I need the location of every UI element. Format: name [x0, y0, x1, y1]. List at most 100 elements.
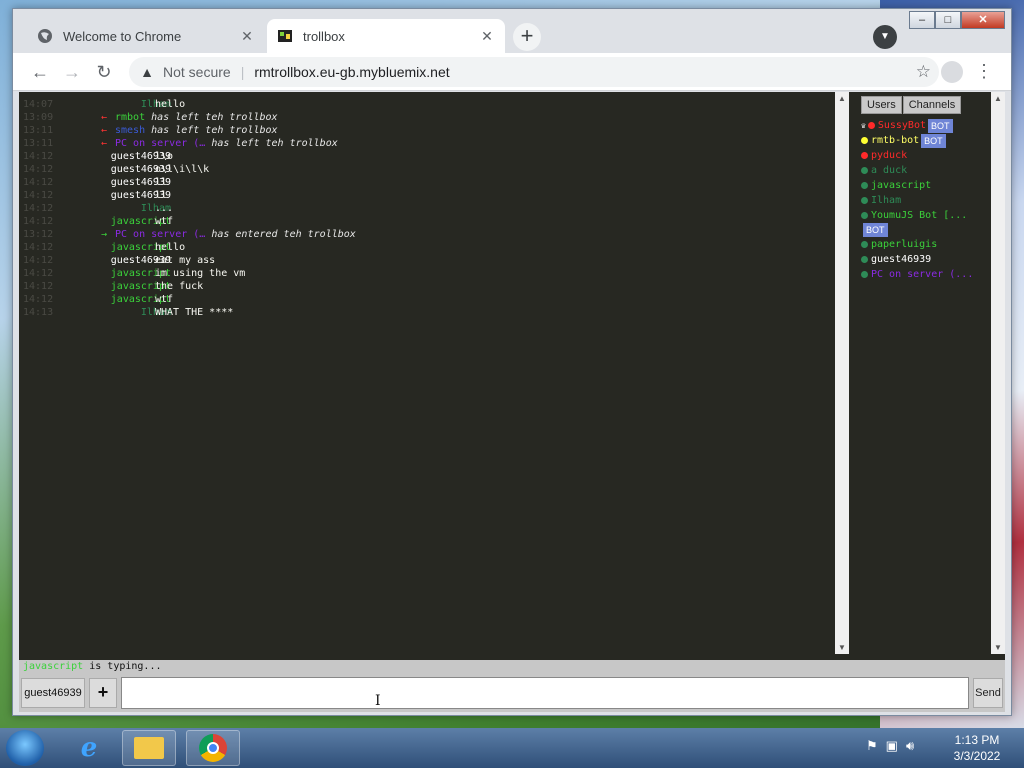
join-leave-marker: ←	[101, 125, 108, 136]
user-name[interactable]: Ilham	[871, 193, 901, 208]
profile-avatar-icon[interactable]	[941, 61, 963, 83]
nick-text[interactable]: PC on server (…	[115, 229, 205, 240]
message-time: 14:12	[23, 268, 54, 279]
scroll-down-icon[interactable]: ▼	[991, 643, 1005, 652]
user-name[interactable]: paperluigis	[871, 237, 937, 252]
taskbar-clock[interactable]: 1:13 PM 3/3/2022	[946, 732, 1008, 764]
user-list-item[interactable]: guest46939	[861, 252, 987, 267]
new-tab-button[interactable]: +	[513, 23, 541, 51]
flag-icon[interactable]: ⚑	[866, 738, 878, 754]
bot-badge: BOT	[921, 133, 946, 148]
chat-scrollbar[interactable]: ▲ ▼	[835, 92, 849, 654]
url-text[interactable]: rmtrollbox.eu-gb.mybluemix.net	[254, 64, 449, 80]
user-list-item[interactable]: ♛ SussyBot BOT	[861, 118, 987, 133]
chat-message: 14:12 javascript im using the vm	[19, 267, 829, 280]
tab-welcome[interactable]: Welcome to Chrome ✕	[27, 19, 265, 53]
text-cursor-icon: I	[375, 693, 381, 709]
message-nick[interactable]: rmbot has left teh trollbox	[115, 111, 278, 124]
tab-title: Welcome to Chrome	[63, 28, 182, 44]
chat-message: 14:12 guest46939 eat my ass	[19, 254, 829, 267]
taskbar: e ⚑ ▣ 🔊︎ 1:13 PM 3/3/2022	[0, 728, 1024, 768]
user-name[interactable]: guest46939	[871, 252, 931, 267]
menu-kebab-icon[interactable]: ⋮	[975, 61, 993, 83]
forward-arrow-icon[interactable]: →	[61, 61, 83, 83]
message-nick[interactable]: PC on server (… has left teh trollbox	[115, 137, 338, 150]
close-window-icon[interactable]: ✕	[961, 11, 1005, 29]
message-time: 14:12	[23, 281, 54, 292]
warning-triangle-icon[interactable]: ▲	[139, 64, 155, 80]
user-name[interactable]: pyduck	[871, 148, 907, 163]
volume-icon[interactable]: 🔊︎	[906, 738, 914, 754]
scroll-up-icon[interactable]: ▲	[991, 94, 1005, 103]
minimize-icon[interactable]: ‒	[909, 11, 935, 29]
nickname-button[interactable]: guest46939	[21, 678, 85, 708]
message-time: 14:12	[23, 190, 54, 201]
message-time: 14:12	[23, 151, 54, 162]
message-nick[interactable]: smesh has left teh trollbox	[115, 124, 278, 137]
user-list-item[interactable]: PC on server (...	[861, 267, 987, 282]
tab-search-icon[interactable]: ▼	[873, 25, 897, 49]
message-time: 13:12	[23, 229, 54, 240]
send-button[interactable]: Send	[973, 678, 1003, 708]
chrome-taskbar-icon[interactable]	[186, 730, 240, 766]
status-dot-icon	[861, 137, 868, 144]
input-bar: guest46939 + Send	[19, 674, 1005, 712]
system-message: has left teh trollbox	[211, 138, 338, 149]
message-input[interactable]	[121, 677, 969, 709]
attach-plus-button[interactable]: +	[89, 678, 117, 708]
system-message: has left teh trollbox	[151, 112, 278, 123]
user-name[interactable]: a duck	[871, 163, 907, 178]
tab-trollbox[interactable]: trollbox ✕	[267, 19, 505, 53]
user-name[interactable]: javascript	[871, 178, 931, 193]
tab-channels[interactable]: Channels	[902, 96, 962, 114]
message-text: wtf	[155, 294, 174, 305]
explorer-taskbar-icon[interactable]	[122, 730, 176, 766]
user-list-item[interactable]: a duck	[861, 163, 987, 178]
user-list-item[interactable]: pyduck	[861, 148, 987, 163]
nick-text[interactable]: rmbot	[115, 112, 145, 123]
nick-text[interactable]: smesh	[115, 125, 145, 136]
user-name[interactable]: rmtb-bot	[871, 133, 919, 148]
message-time: 13:11	[23, 138, 54, 149]
user-list-item[interactable]: YoumuJS Bot [... BOT	[861, 208, 987, 237]
status-dot-icon	[861, 212, 868, 219]
join-leave-marker: ←	[101, 112, 108, 123]
sidebar-tabs: Users Channels	[861, 96, 962, 114]
close-tab-icon[interactable]: ✕	[239, 28, 255, 44]
user-list-item[interactable]: paperluigis	[861, 237, 987, 252]
bot-badge: BOT	[863, 223, 888, 237]
address-bar[interactable]: ▲ Not secure | rmtrollbox.eu-gb.mybluemi…	[129, 57, 939, 87]
message-time: 14:12	[23, 255, 54, 266]
sidebar-scrollbar[interactable]: ▲ ▼	[991, 92, 1005, 654]
scroll-down-icon[interactable]: ▼	[835, 643, 849, 652]
chat-message: 14:12 guest46939 o\l\i\l\k	[19, 163, 829, 176]
bookmark-star-icon[interactable]: ☆	[916, 62, 931, 82]
chat-message: 14:13 Ilham WHAT THE ****	[19, 306, 829, 319]
user-list-item[interactable]: javascript	[861, 178, 987, 193]
nick-text[interactable]: PC on server (…	[115, 138, 205, 149]
user-name[interactable]: SussyBot	[878, 118, 926, 133]
message-time: 14:12	[23, 164, 54, 175]
status-dot-icon	[867, 122, 875, 129]
maximize-icon[interactable]: □	[935, 11, 961, 29]
close-tab-icon[interactable]: ✕	[479, 28, 495, 44]
chat-message: ← 13:11 PC on server (… has left teh trollb…	[19, 137, 829, 150]
scroll-up-icon[interactable]: ▲	[835, 94, 849, 103]
user-name[interactable]: PC on server (...	[871, 267, 973, 282]
network-icon[interactable]: ▣	[886, 738, 898, 754]
status-dot-icon	[861, 152, 868, 159]
message-text: eat my ass	[155, 255, 216, 266]
tab-users[interactable]: Users	[861, 96, 902, 114]
user-list-item[interactable]: Ilham	[861, 193, 987, 208]
message-text: im using the vm	[155, 268, 246, 279]
user-name[interactable]: YoumuJS Bot [...	[871, 208, 967, 223]
message-text: the fuck	[155, 281, 204, 292]
ie-taskbar-icon[interactable]: e	[62, 730, 116, 766]
system-tray: ⚑ ▣ 🔊︎	[866, 738, 914, 754]
message-nick[interactable]: PC on server (… has entered teh trollbox	[115, 228, 356, 241]
user-list-item[interactable]: rmtb-bot BOT	[861, 133, 987, 148]
start-button[interactable]	[6, 730, 44, 766]
security-label[interactable]: Not secure	[163, 64, 231, 80]
reload-icon[interactable]: ↻	[93, 61, 115, 83]
back-arrow-icon[interactable]: ←	[29, 61, 51, 83]
